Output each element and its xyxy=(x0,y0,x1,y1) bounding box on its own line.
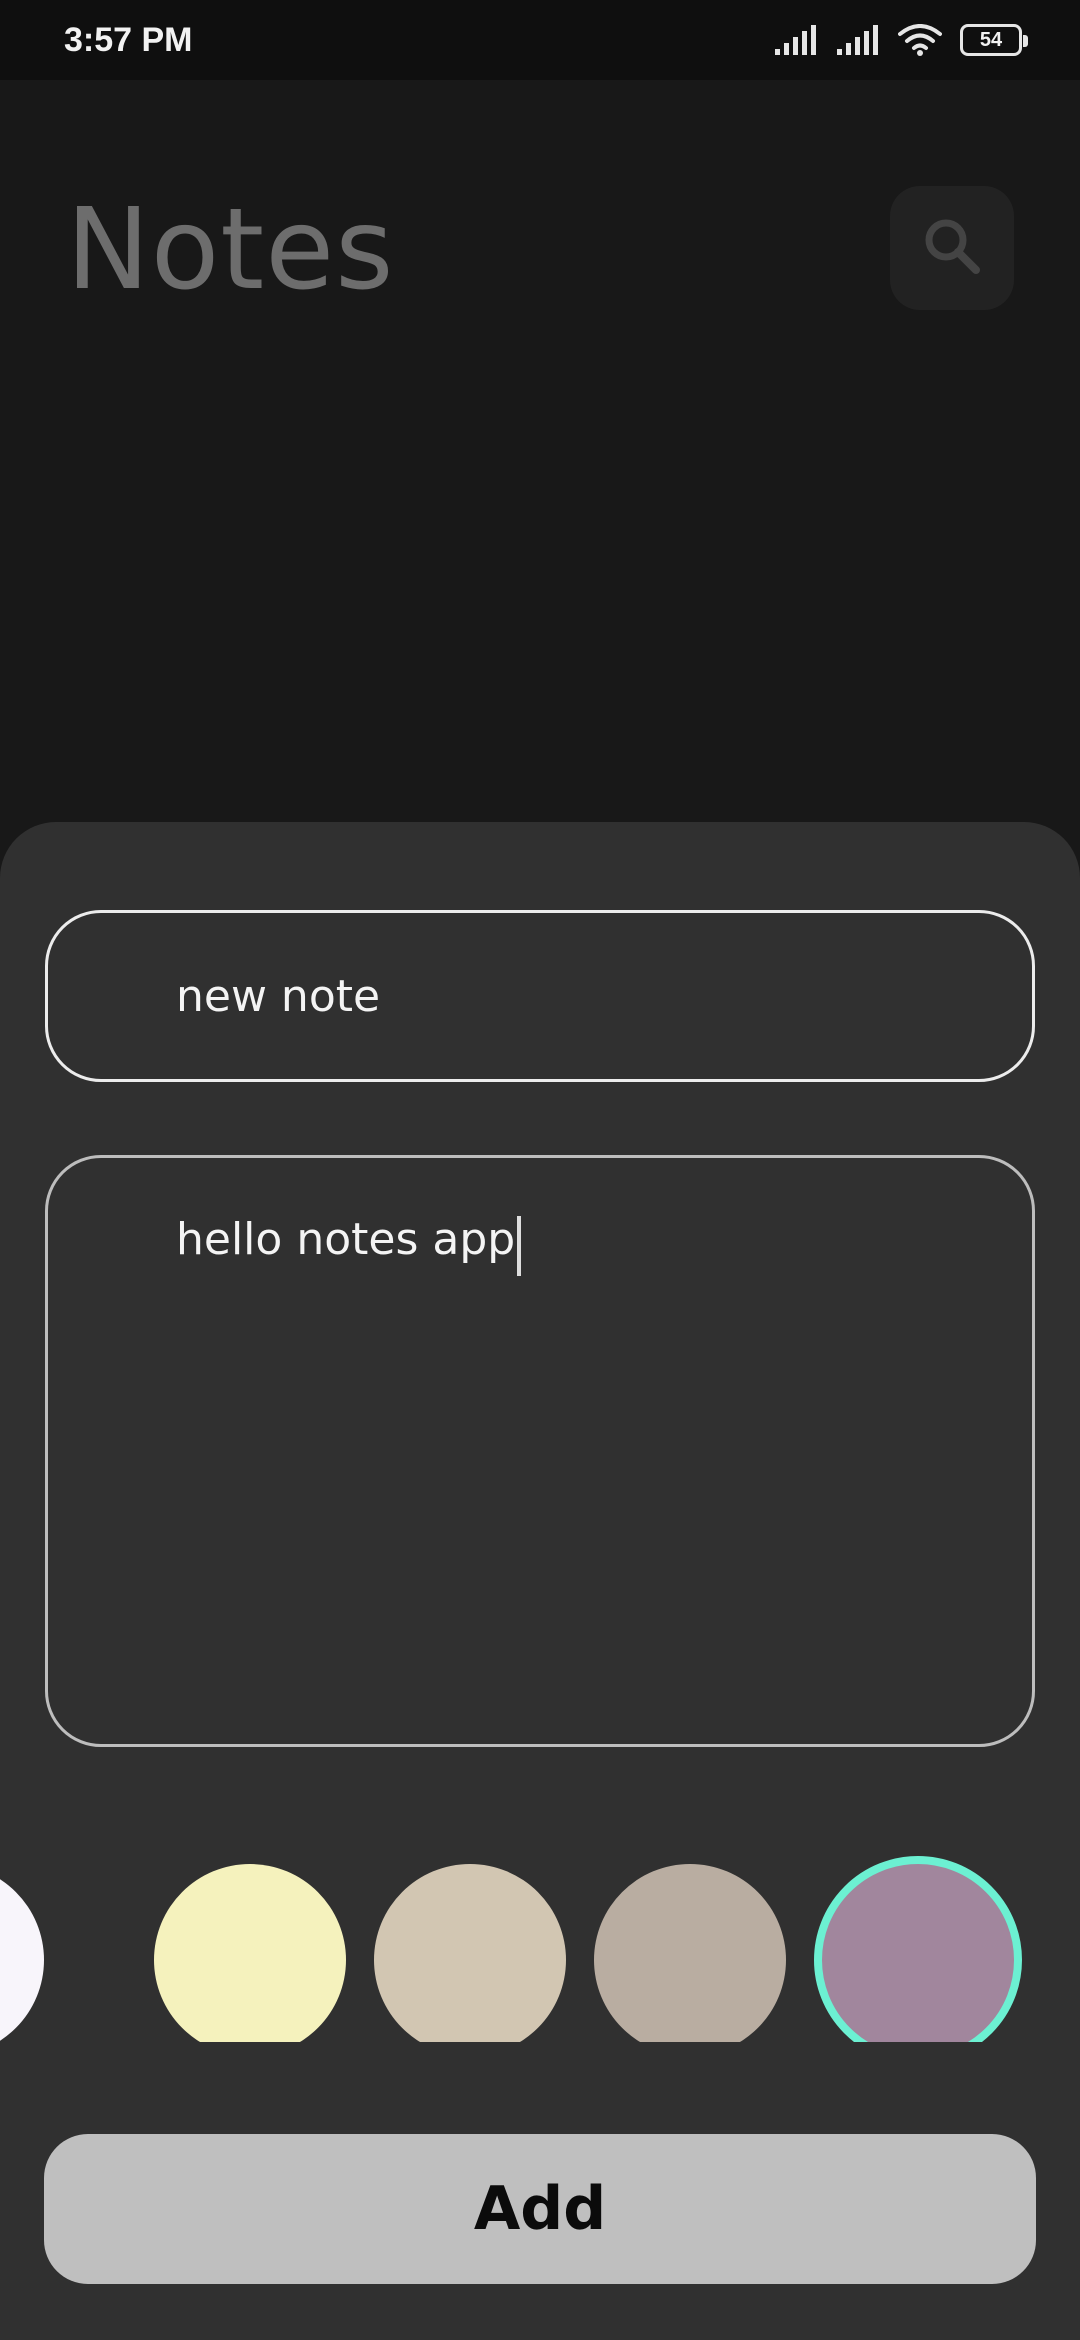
note-title-input[interactable]: new note xyxy=(45,910,1035,1082)
color-swatch[interactable] xyxy=(0,1864,44,2042)
page-title: Notes xyxy=(66,185,395,315)
status-time: 3:57 PM xyxy=(64,20,193,59)
battery-level: 54 xyxy=(979,28,1003,51)
signal-icon xyxy=(836,25,880,55)
screen: 3:57 PM 54 Notes new note hello notes ap… xyxy=(0,0,1080,2340)
color-picker[interactable] xyxy=(0,1842,1080,2042)
wifi-icon xyxy=(898,24,942,56)
note-title-text: new note xyxy=(176,970,381,1022)
color-swatch[interactable] xyxy=(814,1856,1022,2042)
text-cursor xyxy=(517,1215,522,1276)
status-bar: 3:57 PM 54 xyxy=(0,0,1080,80)
search-icon xyxy=(920,214,984,282)
new-note-sheet: new note hello notes app Add xyxy=(0,822,1080,2340)
search-button[interactable] xyxy=(890,186,1014,310)
color-swatch[interactable] xyxy=(374,1864,566,2042)
color-swatch[interactable] xyxy=(594,1864,786,2042)
add-button[interactable]: Add xyxy=(44,2134,1036,2284)
status-icons: 54 xyxy=(774,24,1028,56)
note-body-text: hello notes app xyxy=(176,1214,516,1265)
color-swatch[interactable] xyxy=(154,1864,346,2042)
note-body-input[interactable]: hello notes app xyxy=(45,1155,1035,1747)
battery-icon: 54 xyxy=(960,24,1028,56)
signal-icon xyxy=(774,25,818,55)
